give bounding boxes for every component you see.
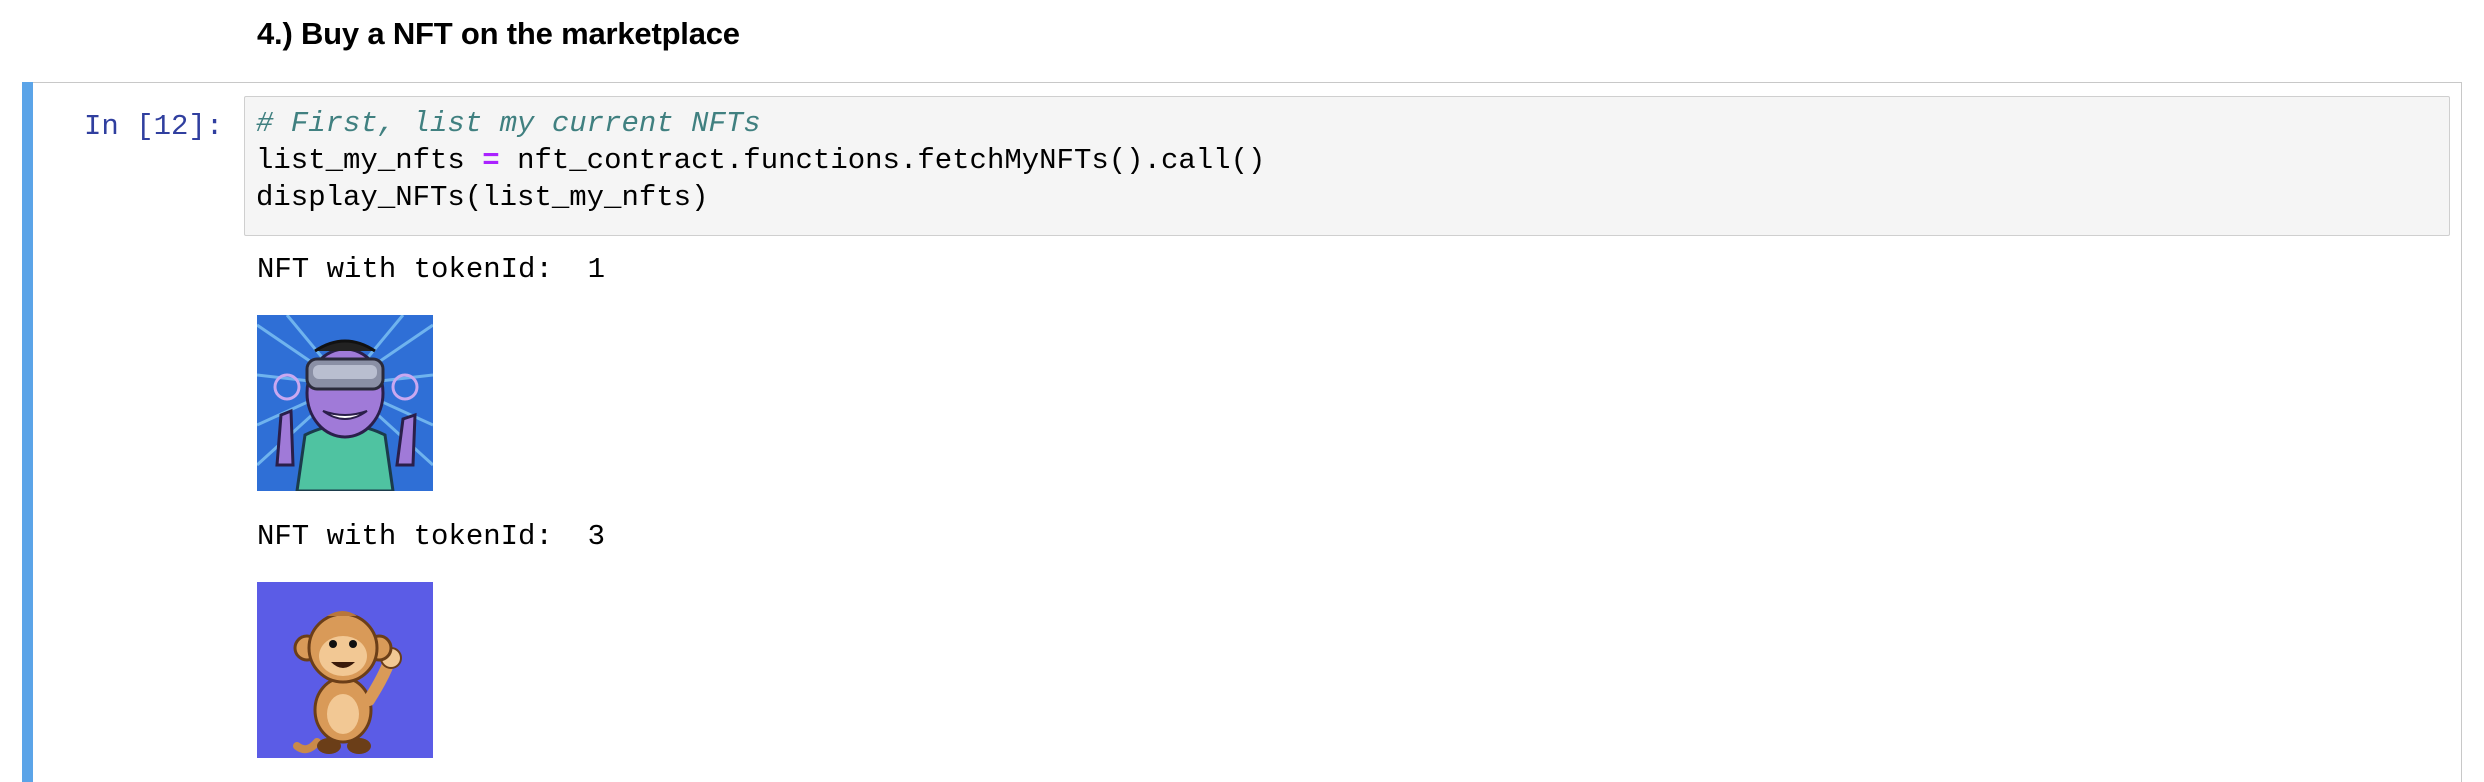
code-line-3: display_NFTs(list_my_nfts) <box>256 181 709 214</box>
code-editor[interactable]: # First, list my current NFTs list_my_nf… <box>244 96 2450 236</box>
code-call-expression: nft_contract.functions.fetchMyNFTs().cal… <box>517 144 1266 177</box>
output-text-token-1: NFT with tokenId: 1 <box>257 253 606 286</box>
section-heading: 4.) Buy a NFT on the marketplace <box>257 16 740 51</box>
cell-selected-indicator <box>22 82 33 782</box>
code-comment-line: # First, list my current NFTs <box>256 107 761 140</box>
output-text-token-3: NFT with tokenId: 3 <box>257 520 606 553</box>
vr-headset-character-image <box>257 315 433 491</box>
input-prompt: In [12]: <box>84 110 224 143</box>
code-assign-operator: = <box>482 144 500 177</box>
code-variable: list_my_nfts <box>256 144 465 177</box>
code-line-2: list_my_nfts = nft_contract.functions.fe… <box>256 144 1265 177</box>
waving-monkey-image <box>257 582 433 758</box>
